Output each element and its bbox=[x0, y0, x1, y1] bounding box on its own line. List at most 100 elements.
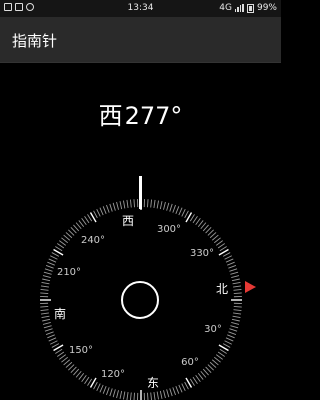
dial-tick bbox=[195, 374, 201, 382]
dial-tick bbox=[87, 378, 93, 386]
north-marker-icon bbox=[245, 281, 256, 293]
dial-tick bbox=[42, 275, 51, 278]
dial-tick bbox=[50, 255, 58, 260]
dial-tick bbox=[51, 252, 60, 257]
level-bubble bbox=[121, 281, 159, 319]
dial-tick bbox=[102, 206, 107, 214]
dial-tick bbox=[172, 204, 176, 213]
dial-tick bbox=[93, 381, 98, 390]
dial-tick bbox=[40, 285, 49, 288]
dial-tick bbox=[59, 354, 67, 360]
dial-tick bbox=[150, 392, 152, 400]
dial-tick bbox=[159, 390, 163, 399]
dial-tick bbox=[73, 368, 80, 376]
dial-tick bbox=[172, 387, 176, 396]
dial-tick bbox=[65, 232, 73, 239]
dial-tick bbox=[211, 359, 219, 366]
dial-tick bbox=[209, 361, 217, 368]
dial-tick bbox=[231, 275, 240, 278]
dial-tick bbox=[207, 364, 214, 371]
dial-tick bbox=[106, 387, 110, 396]
dial-tick bbox=[73, 224, 80, 232]
dial-tick bbox=[227, 334, 235, 339]
dial-tick bbox=[63, 359, 71, 366]
dial-tick bbox=[40, 309, 49, 312]
dial-tick bbox=[233, 285, 242, 288]
dial-tick bbox=[230, 325, 239, 329]
dial-tick bbox=[75, 370, 82, 378]
dial-tick bbox=[45, 331, 54, 335]
dial-tick bbox=[99, 384, 104, 393]
dial-tick bbox=[150, 199, 153, 208]
dial-tick bbox=[96, 383, 101, 391]
dial-tick bbox=[219, 348, 227, 354]
degree-label-210: 210° bbox=[57, 267, 81, 278]
dial-tick bbox=[169, 388, 173, 397]
dial-tick bbox=[197, 373, 204, 380]
dial-tick bbox=[227, 261, 235, 266]
dial-tick bbox=[42, 318, 51, 322]
cardinal-east: 东 bbox=[147, 376, 159, 390]
dial-tick bbox=[231, 318, 240, 322]
dial-tick bbox=[215, 354, 223, 360]
dial-tick bbox=[229, 328, 238, 332]
dial-tick bbox=[40, 312, 49, 315]
dial-tick bbox=[61, 237, 68, 244]
dial-tick bbox=[51, 343, 60, 348]
dial-tick bbox=[232, 315, 241, 318]
dial-tick bbox=[147, 392, 149, 400]
dial-tick bbox=[175, 206, 180, 214]
dial-tick bbox=[65, 361, 73, 368]
dial-tick bbox=[207, 229, 214, 236]
dial-tick bbox=[112, 389, 116, 398]
dial-tick bbox=[214, 237, 221, 244]
dial-tick bbox=[197, 220, 204, 227]
dial-tick bbox=[81, 218, 87, 226]
dial-tick bbox=[43, 325, 52, 329]
dial-tick bbox=[189, 214, 195, 222]
dial-tick bbox=[55, 348, 63, 354]
dial-tick bbox=[200, 370, 207, 378]
dial-tick bbox=[214, 356, 221, 363]
dial-tick bbox=[231, 322, 240, 325]
dial-tick bbox=[47, 334, 55, 339]
dial-tick bbox=[84, 376, 90, 384]
dial-tick bbox=[61, 356, 68, 363]
dial-tick bbox=[96, 209, 101, 217]
dial-tick bbox=[119, 201, 123, 210]
dial-tick bbox=[202, 368, 209, 376]
dial-tick bbox=[123, 200, 126, 209]
dial-tick bbox=[43, 271, 52, 275]
dial-tick bbox=[166, 202, 170, 211]
dial-tick bbox=[156, 200, 159, 209]
dial-tick bbox=[116, 390, 119, 399]
dial-tick bbox=[119, 390, 123, 399]
dial-tick bbox=[84, 216, 90, 224]
degree-label-240: 240° bbox=[81, 235, 105, 246]
dial-tick bbox=[75, 222, 82, 230]
dial-tick bbox=[123, 391, 126, 400]
dial-tick bbox=[48, 337, 57, 342]
dial-tick bbox=[41, 315, 50, 318]
dial-tick bbox=[70, 366, 77, 373]
dial-tick bbox=[217, 243, 225, 249]
dial-tick bbox=[178, 384, 183, 393]
dial-tick bbox=[42, 278, 51, 282]
dial-tick bbox=[159, 201, 163, 210]
dial-tick bbox=[178, 207, 183, 216]
cardinal-north: 北 bbox=[216, 282, 228, 296]
dial-tick bbox=[44, 328, 53, 332]
heading-indicator bbox=[139, 176, 142, 209]
dial-tick bbox=[48, 258, 57, 263]
dial-tick bbox=[205, 366, 212, 373]
dial-tick bbox=[63, 234, 71, 241]
degree-label-300: 300° bbox=[157, 224, 181, 235]
dial-tick bbox=[40, 292, 49, 294]
cardinal-west: 西 bbox=[122, 214, 134, 228]
dial-tick bbox=[126, 199, 129, 208]
dial-tick bbox=[181, 383, 186, 391]
dial-tick bbox=[68, 229, 75, 236]
dial-tick bbox=[209, 232, 217, 239]
dial-tick bbox=[181, 209, 186, 217]
dial-tick bbox=[230, 271, 239, 275]
